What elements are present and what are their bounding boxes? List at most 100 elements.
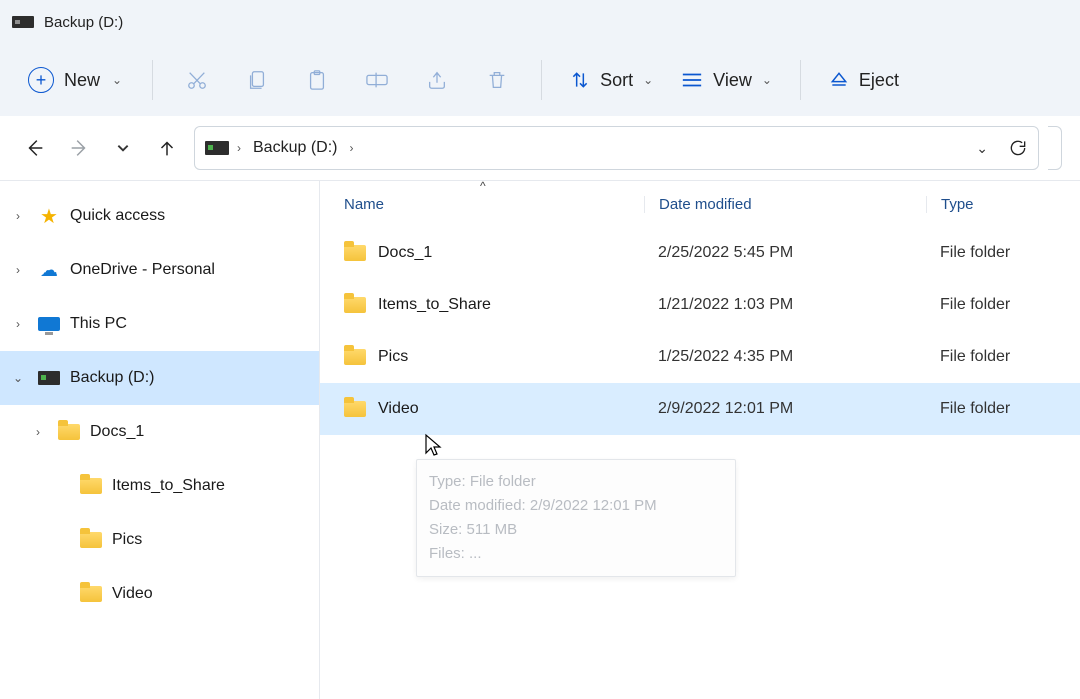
search-box-edge[interactable] (1048, 126, 1062, 170)
file-row[interactable]: Video 2/9/2022 12:01 PM File folder (320, 383, 1080, 435)
up-button[interactable] (150, 131, 184, 165)
recent-locations-button[interactable] (106, 131, 140, 165)
file-row[interactable]: Items_to_Share 1/21/2022 1:03 PM File fo… (320, 279, 1080, 331)
file-row[interactable]: Pics 1/25/2022 4:35 PM File folder (320, 331, 1080, 383)
new-button[interactable]: + New ⌄ (20, 59, 136, 101)
separator (152, 60, 153, 100)
file-name: Pics (378, 348, 408, 366)
expand-chevron-icon[interactable]: › (8, 317, 28, 331)
sidebar-item-onedrive[interactable]: › ☁ OneDrive - Personal (0, 243, 319, 297)
sort-label: Sort (600, 70, 633, 91)
nav-row: › Backup (D:) › ⌄ (0, 116, 1080, 180)
sidebar-label: OneDrive - Personal (70, 261, 215, 279)
breadcrumb-item[interactable]: Backup (D:) (249, 137, 341, 159)
eject-button[interactable]: Eject (817, 64, 911, 97)
file-type: File folder (926, 296, 1080, 314)
file-list-pane: ^ Name Date modified Type Docs_1 2/25/20… (320, 181, 1080, 699)
forward-button[interactable] (62, 131, 96, 165)
tooltip-line: Size: 511 MB (429, 518, 723, 542)
copy-button[interactable] (229, 60, 285, 100)
address-bar[interactable]: › Backup (D:) › ⌄ (194, 126, 1039, 170)
file-date: 1/25/2022 4:35 PM (644, 348, 926, 366)
file-date: 2/25/2022 5:45 PM (644, 244, 926, 262)
column-header-type[interactable]: Type (926, 196, 1080, 213)
sidebar-item-backup-d[interactable]: ⌄ Backup (D:) (0, 351, 319, 405)
paste-button[interactable] (289, 60, 345, 100)
navigation-pane: › ★ Quick access › ☁ OneDrive - Personal… (0, 181, 320, 699)
sidebar-label: Video (112, 585, 153, 603)
file-name: Items_to_Share (378, 296, 491, 314)
cursor-icon (424, 433, 444, 457)
delete-button[interactable] (469, 60, 525, 100)
tooltip-line: Files: ... (429, 542, 723, 566)
chevron-down-icon: ⌄ (762, 73, 772, 87)
column-header-date[interactable]: Date modified (644, 196, 926, 213)
sort-button[interactable]: Sort ⌄ (558, 64, 665, 97)
sidebar-item-quick-access[interactable]: › ★ Quick access (0, 189, 319, 243)
file-type: File folder (926, 400, 1080, 418)
sort-icon (570, 70, 590, 90)
window-title: Backup (D:) (44, 14, 123, 31)
drive-icon (38, 371, 60, 385)
file-name: Video (378, 400, 419, 418)
eject-icon (829, 70, 849, 90)
folder-icon (344, 245, 366, 261)
chevron-down-icon: ⌄ (643, 73, 653, 87)
file-name: Docs_1 (378, 244, 432, 262)
chevron-down-icon: ⌄ (112, 73, 122, 87)
drive-icon (12, 16, 34, 28)
share-button[interactable] (409, 60, 465, 100)
tooltip-line: Type: File folder (429, 470, 723, 494)
toolbar: + New ⌄ (0, 44, 1080, 116)
folder-icon (80, 478, 102, 494)
file-date: 1/21/2022 1:03 PM (644, 296, 926, 314)
column-headers: Name Date modified Type (320, 181, 1080, 227)
view-button[interactable]: View ⌄ (669, 64, 784, 97)
collapse-chevron-icon[interactable]: ⌄ (8, 371, 28, 385)
star-icon: ★ (38, 204, 60, 229)
main-split: › ★ Quick access › ☁ OneDrive - Personal… (0, 180, 1080, 699)
file-type: File folder (926, 244, 1080, 262)
folder-icon (344, 349, 366, 365)
file-date: 2/9/2022 12:01 PM (644, 400, 926, 418)
sidebar-item-folder[interactable]: Items_to_Share (0, 459, 319, 513)
file-type: File folder (926, 348, 1080, 366)
sidebar-label: Docs_1 (90, 423, 144, 441)
sidebar-item-this-pc[interactable]: › This PC (0, 297, 319, 351)
folder-icon (80, 586, 102, 602)
sidebar-label: This PC (70, 315, 127, 333)
drive-icon (205, 141, 229, 155)
rename-button[interactable] (349, 60, 405, 100)
column-header-name[interactable]: Name (344, 196, 644, 213)
chevron-right-icon: › (349, 141, 353, 155)
expand-chevron-icon[interactable]: › (8, 209, 28, 223)
cut-button[interactable] (169, 60, 225, 100)
sidebar-item-folder[interactable]: › Docs_1 (0, 405, 319, 459)
address-history-button[interactable]: ⌄ (976, 140, 988, 157)
back-button[interactable] (18, 131, 52, 165)
sidebar-label: Pics (112, 531, 142, 549)
chevron-right-icon: › (237, 141, 241, 155)
folder-icon (344, 401, 366, 417)
sidebar-item-folder[interactable]: Pics (0, 513, 319, 567)
folder-icon (344, 297, 366, 313)
sidebar-item-folder[interactable]: Video (0, 567, 319, 621)
sidebar-label: Items_to_Share (112, 477, 225, 495)
folder-icon (80, 532, 102, 548)
sidebar-label: Backup (D:) (70, 369, 154, 387)
separator (800, 60, 801, 100)
folder-icon (58, 424, 80, 440)
expand-chevron-icon[interactable]: › (8, 263, 28, 277)
new-label: New (64, 70, 100, 91)
cloud-icon: ☁ (38, 260, 60, 281)
view-icon (681, 71, 703, 89)
sidebar-label: Quick access (70, 207, 165, 225)
plus-circle-icon: + (28, 67, 54, 93)
file-row[interactable]: Docs_1 2/25/2022 5:45 PM File folder (320, 227, 1080, 279)
view-label: View (713, 70, 752, 91)
title-bar: Backup (D:) (0, 0, 1080, 44)
monitor-icon (38, 317, 60, 331)
refresh-button[interactable] (1008, 138, 1028, 158)
tooltip-line: Date modified: 2/9/2022 12:01 PM (429, 494, 723, 518)
expand-chevron-icon[interactable]: › (28, 425, 48, 439)
